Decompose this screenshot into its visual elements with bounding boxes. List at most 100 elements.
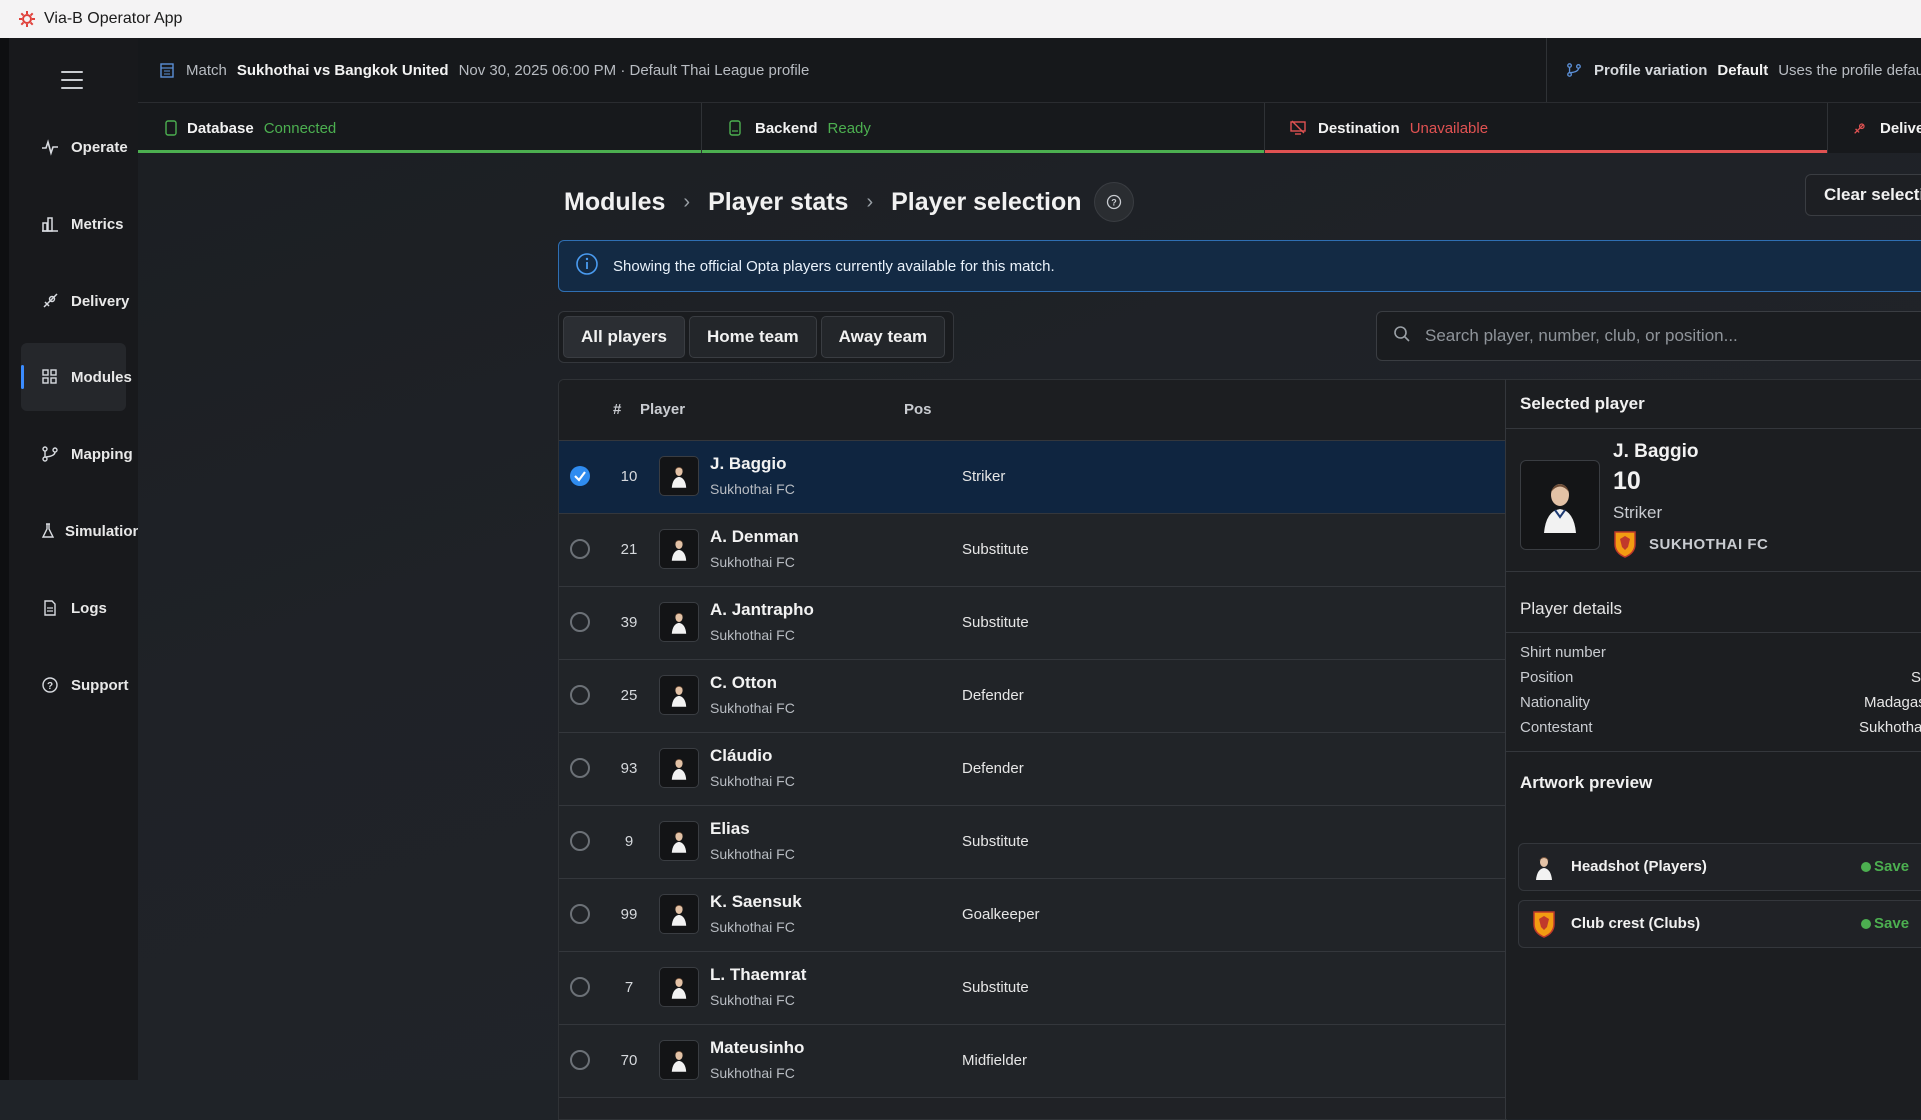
detail-value: Madagas	[1864, 694, 1921, 711]
svg-text:?: ?	[1111, 198, 1117, 208]
chevron-right-icon: ›	[866, 190, 874, 213]
match-label: Match	[186, 61, 227, 79]
player-club: Sukhothai FC	[710, 992, 795, 1008]
player-avatar	[659, 894, 699, 934]
row-select-radio[interactable]	[570, 466, 590, 486]
row-select-radio[interactable]	[570, 685, 590, 705]
title-bar: Via-B Operator App	[0, 0, 1921, 38]
nav-label: Operate	[71, 138, 128, 156]
player-position: Defender	[962, 760, 1024, 777]
nav-item-modules[interactable]: Modules	[21, 343, 132, 411]
row-select-radio[interactable]	[570, 831, 590, 851]
status-label: Destination	[1318, 119, 1400, 137]
player-club: Sukhothai FC	[710, 700, 795, 716]
nav-item-mapping[interactable]: Mapping	[21, 420, 133, 488]
player-name: A. Jantrapho	[710, 600, 814, 619]
status-indicator	[702, 150, 1264, 153]
row-select-radio[interactable]	[570, 758, 590, 778]
nav-item-delivery[interactable]: Delivery	[21, 267, 130, 335]
players-table: # Player Pos 10 J. Baggio Sukhothai FC Stri…	[558, 379, 1507, 1120]
breadcrumb-player-stats[interactable]: Player stats	[708, 188, 848, 217]
info-banner: Showing the official Opta players curren…	[558, 240, 1921, 292]
detail-value: Sukhothai	[1859, 719, 1921, 736]
nav-label: Delivery	[71, 292, 130, 310]
club-crest-icon	[1614, 531, 1636, 558]
row-select-radio[interactable]	[570, 539, 590, 559]
table-row[interactable]: 70 Mateusinho Sukhothai FC Midfielder	[559, 1025, 1506, 1098]
player-headshot	[1520, 460, 1600, 550]
table-row[interactable]: 39 A. Jantrapho Sukhothai FC Substitute	[559, 587, 1506, 660]
divider	[1546, 38, 1547, 102]
artwork-club-crest[interactable]: Club crest (Clubs) Save	[1518, 900, 1921, 948]
match-bar: Match Sukhothai vs Bangkok United Nov 30…	[138, 38, 1921, 103]
tab-all-players[interactable]: All players	[563, 316, 685, 358]
nav-item-support[interactable]: ? Support	[21, 651, 129, 719]
profile-variation[interactable]: Profile variation Default Uses the profi…	[1566, 38, 1921, 102]
player-avatar	[659, 602, 699, 642]
table-row[interactable]: 21 A. Denman Sukhothai FC Substitute	[559, 514, 1506, 587]
server-icon	[729, 120, 741, 136]
player-position: Substitute	[962, 614, 1029, 631]
breadcrumb: Modules › Player stats › Player selectio…	[564, 180, 1134, 224]
help-circle-icon: ?	[1106, 194, 1121, 210]
artwork-preview-title: Artwork preview	[1520, 773, 1653, 792]
detail-nationality: Nationality Madagas	[1520, 694, 1921, 711]
artwork-headshot[interactable]: Headshot (Players) Save	[1518, 843, 1921, 891]
monitor-off-icon	[1290, 120, 1306, 136]
search-input[interactable]	[1423, 325, 1907, 347]
player-headshot-icon	[671, 686, 687, 707]
tab-home-team[interactable]: Home team	[689, 316, 817, 358]
headshot-icon	[1529, 852, 1559, 882]
artwork-status: Save	[1874, 858, 1910, 875]
artwork-status: Save	[1874, 915, 1910, 932]
selected-player-club: SUKHOTHAI FC	[1613, 530, 1768, 558]
divider	[1506, 571, 1921, 572]
menu-icon[interactable]	[61, 71, 83, 89]
player-number: 99	[620, 906, 638, 923]
row-select-radio[interactable]	[570, 977, 590, 997]
match-name: Sukhothai vs Bangkok United	[236, 61, 449, 79]
status-delivery: Delive	[1828, 103, 1921, 153]
detail-label: Contestant	[1520, 719, 1593, 736]
help-button[interactable]: ?	[1093, 182, 1134, 222]
nav-item-logs[interactable]: Logs	[21, 574, 126, 642]
detail-shirt-number: Shirt number	[1520, 644, 1920, 661]
player-details-title: Player details	[1520, 599, 1623, 618]
player-headshot-icon	[671, 978, 687, 999]
selected-player-panel: Selected player J. Baggio 10 Striker SUK…	[1505, 379, 1921, 1119]
branch-icon	[1566, 62, 1582, 78]
nav-label: Support	[71, 676, 129, 694]
player-avatar	[659, 1040, 699, 1080]
table-row[interactable]: 99 K. Saensuk Sukhothai FC Goalkeeper	[559, 879, 1506, 952]
table-row[interactable]: 25 C. Otton Sukhothai FC Defender	[559, 660, 1506, 733]
player-club: Sukhothai FC	[710, 846, 795, 862]
row-select-radio[interactable]	[570, 612, 590, 632]
table-row[interactable]: 93 Cláudio Sukhothai FC Defender	[559, 733, 1506, 806]
player-name: Cláudio	[710, 746, 773, 765]
app-logo-icon	[19, 11, 35, 27]
svg-text:?: ?	[47, 681, 53, 692]
table-row[interactable]: 10 J. Baggio Sukhothai FC Striker	[559, 441, 1506, 514]
player-club: Sukhothai FC	[710, 554, 795, 570]
row-select-radio[interactable]	[570, 904, 590, 924]
player-avatar	[659, 967, 699, 1007]
column-header-position[interactable]: Pos	[904, 401, 932, 418]
clear-selection-button[interactable]: Clear selecti	[1805, 174, 1921, 216]
table-row[interactable]: 9 Elias Sukhothai FC Substitute	[559, 806, 1506, 879]
column-header-player[interactable]: Player	[640, 401, 685, 418]
selected-player-name: J. Baggio	[1613, 441, 1699, 462]
divider	[1506, 632, 1921, 633]
row-select-radio[interactable]	[570, 1050, 590, 1070]
detail-label: Shirt number	[1520, 644, 1606, 661]
player-headshot-icon	[671, 540, 687, 561]
column-header-number[interactable]: #	[613, 401, 621, 418]
tab-away-team[interactable]: Away team	[820, 316, 946, 358]
nav-item-metrics[interactable]: Metrics	[21, 190, 126, 258]
player-number: 7	[624, 979, 634, 996]
status-label: Backend	[755, 119, 818, 137]
nav-item-simulation[interactable]: Simulation	[21, 497, 142, 565]
nav-item-operate[interactable]: Operate	[21, 113, 128, 181]
breadcrumb-modules[interactable]: Modules	[564, 188, 665, 217]
table-row[interactable]: 7 L. Thaemrat Sukhothai FC Substitute	[559, 952, 1506, 1025]
page-title: Player selection	[891, 187, 1082, 216]
